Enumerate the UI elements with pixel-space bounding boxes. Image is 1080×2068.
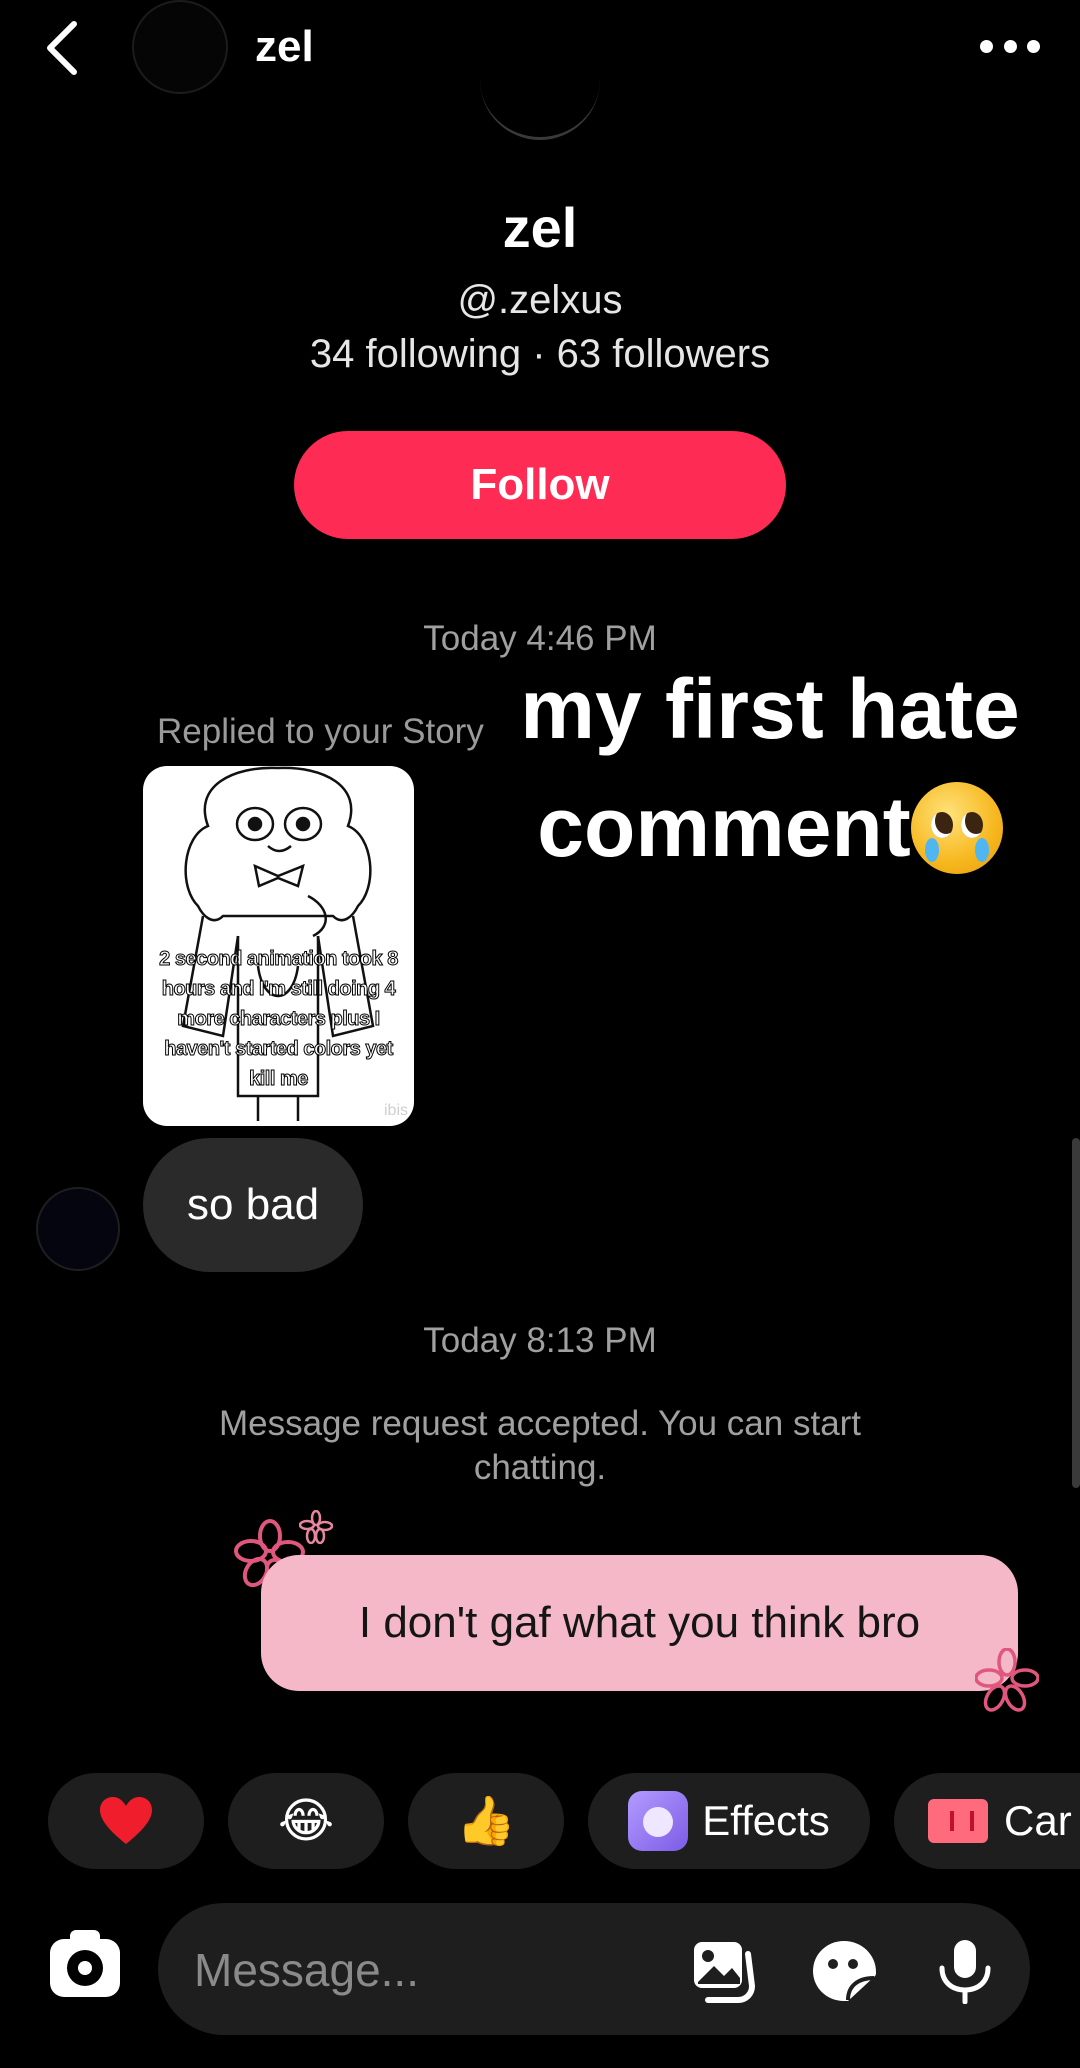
message-input[interactable] [194, 1930, 674, 2010]
more-dot [1003, 39, 1017, 53]
profile-handle: @.zelxus [457, 278, 623, 322]
thumbs-up-icon: 👍 [456, 1793, 516, 1849]
scrollbar[interactable] [1072, 1138, 1080, 1488]
pleading-face-with-tears-icon [910, 781, 1003, 874]
sent-message-bubble[interactable]: I don't gaf what you think bro [261, 1555, 1018, 1691]
gallery-button[interactable] [690, 1938, 760, 2004]
red-heart-icon [100, 1797, 152, 1844]
effects-icon [628, 1791, 689, 1851]
profile-avatar-edge [480, 40, 600, 140]
header-avatar[interactable] [132, 0, 228, 94]
header-name[interactable]: zel [255, 22, 314, 72]
more-options-button[interactable] [980, 36, 1040, 56]
overlay-caption: my first hate comment [500, 650, 1040, 886]
microphone-button[interactable] [930, 1938, 1000, 2005]
system-message: Message request accepted. You can start … [218, 1404, 862, 1487]
story-thumbnail[interactable]: 2 second animation took 8 hours and I'm … [143, 766, 414, 1126]
laughing-face-icon: 😂 [277, 1793, 335, 1849]
gallery-icon [694, 1942, 756, 2003]
sender-avatar[interactable] [36, 1187, 120, 1271]
reaction-heart-button[interactable] [48, 1773, 204, 1869]
profile-stats: 34 following · 63 followers [309, 332, 771, 376]
card-icon [928, 1799, 988, 1843]
sticker-icon [813, 1941, 876, 2001]
tear [974, 837, 989, 862]
replied-to-story-label: Replied to your Story [157, 712, 484, 751]
more-dot [1027, 39, 1040, 53]
cards-button[interactable]: Car [894, 1773, 1080, 1869]
tear [924, 837, 939, 862]
chevron-left-icon [47, 21, 77, 75]
flower-decoration-icon [975, 1648, 1039, 1712]
reaction-laugh-button[interactable]: 😂 [228, 1773, 384, 1869]
profile-name: zel [502, 196, 578, 259]
more-horizontal-icon [980, 39, 993, 53]
small-flower-decoration-icon [299, 1510, 333, 1544]
cards-label: Car [1004, 1797, 1072, 1844]
effects-label: Effects [702, 1797, 830, 1844]
received-message-bubble[interactable]: so bad [143, 1138, 364, 1272]
reaction-thumbs-up-button[interactable]: 👍 [408, 1773, 564, 1869]
camera-icon[interactable] [50, 1939, 120, 1997]
timestamp: Today 8:13 PM [423, 1321, 657, 1360]
follow-button[interactable]: Follow [294, 431, 786, 539]
back-button[interactable] [40, 18, 90, 78]
microphone-icon [939, 1940, 991, 2005]
story-caption: 2 second animation took 8 hours and I'm … [159, 948, 399, 1091]
story-watermark: ibis [383, 1102, 408, 1119]
effects-button[interactable]: Effects [588, 1773, 870, 1869]
sticker-button[interactable] [810, 1938, 880, 2004]
